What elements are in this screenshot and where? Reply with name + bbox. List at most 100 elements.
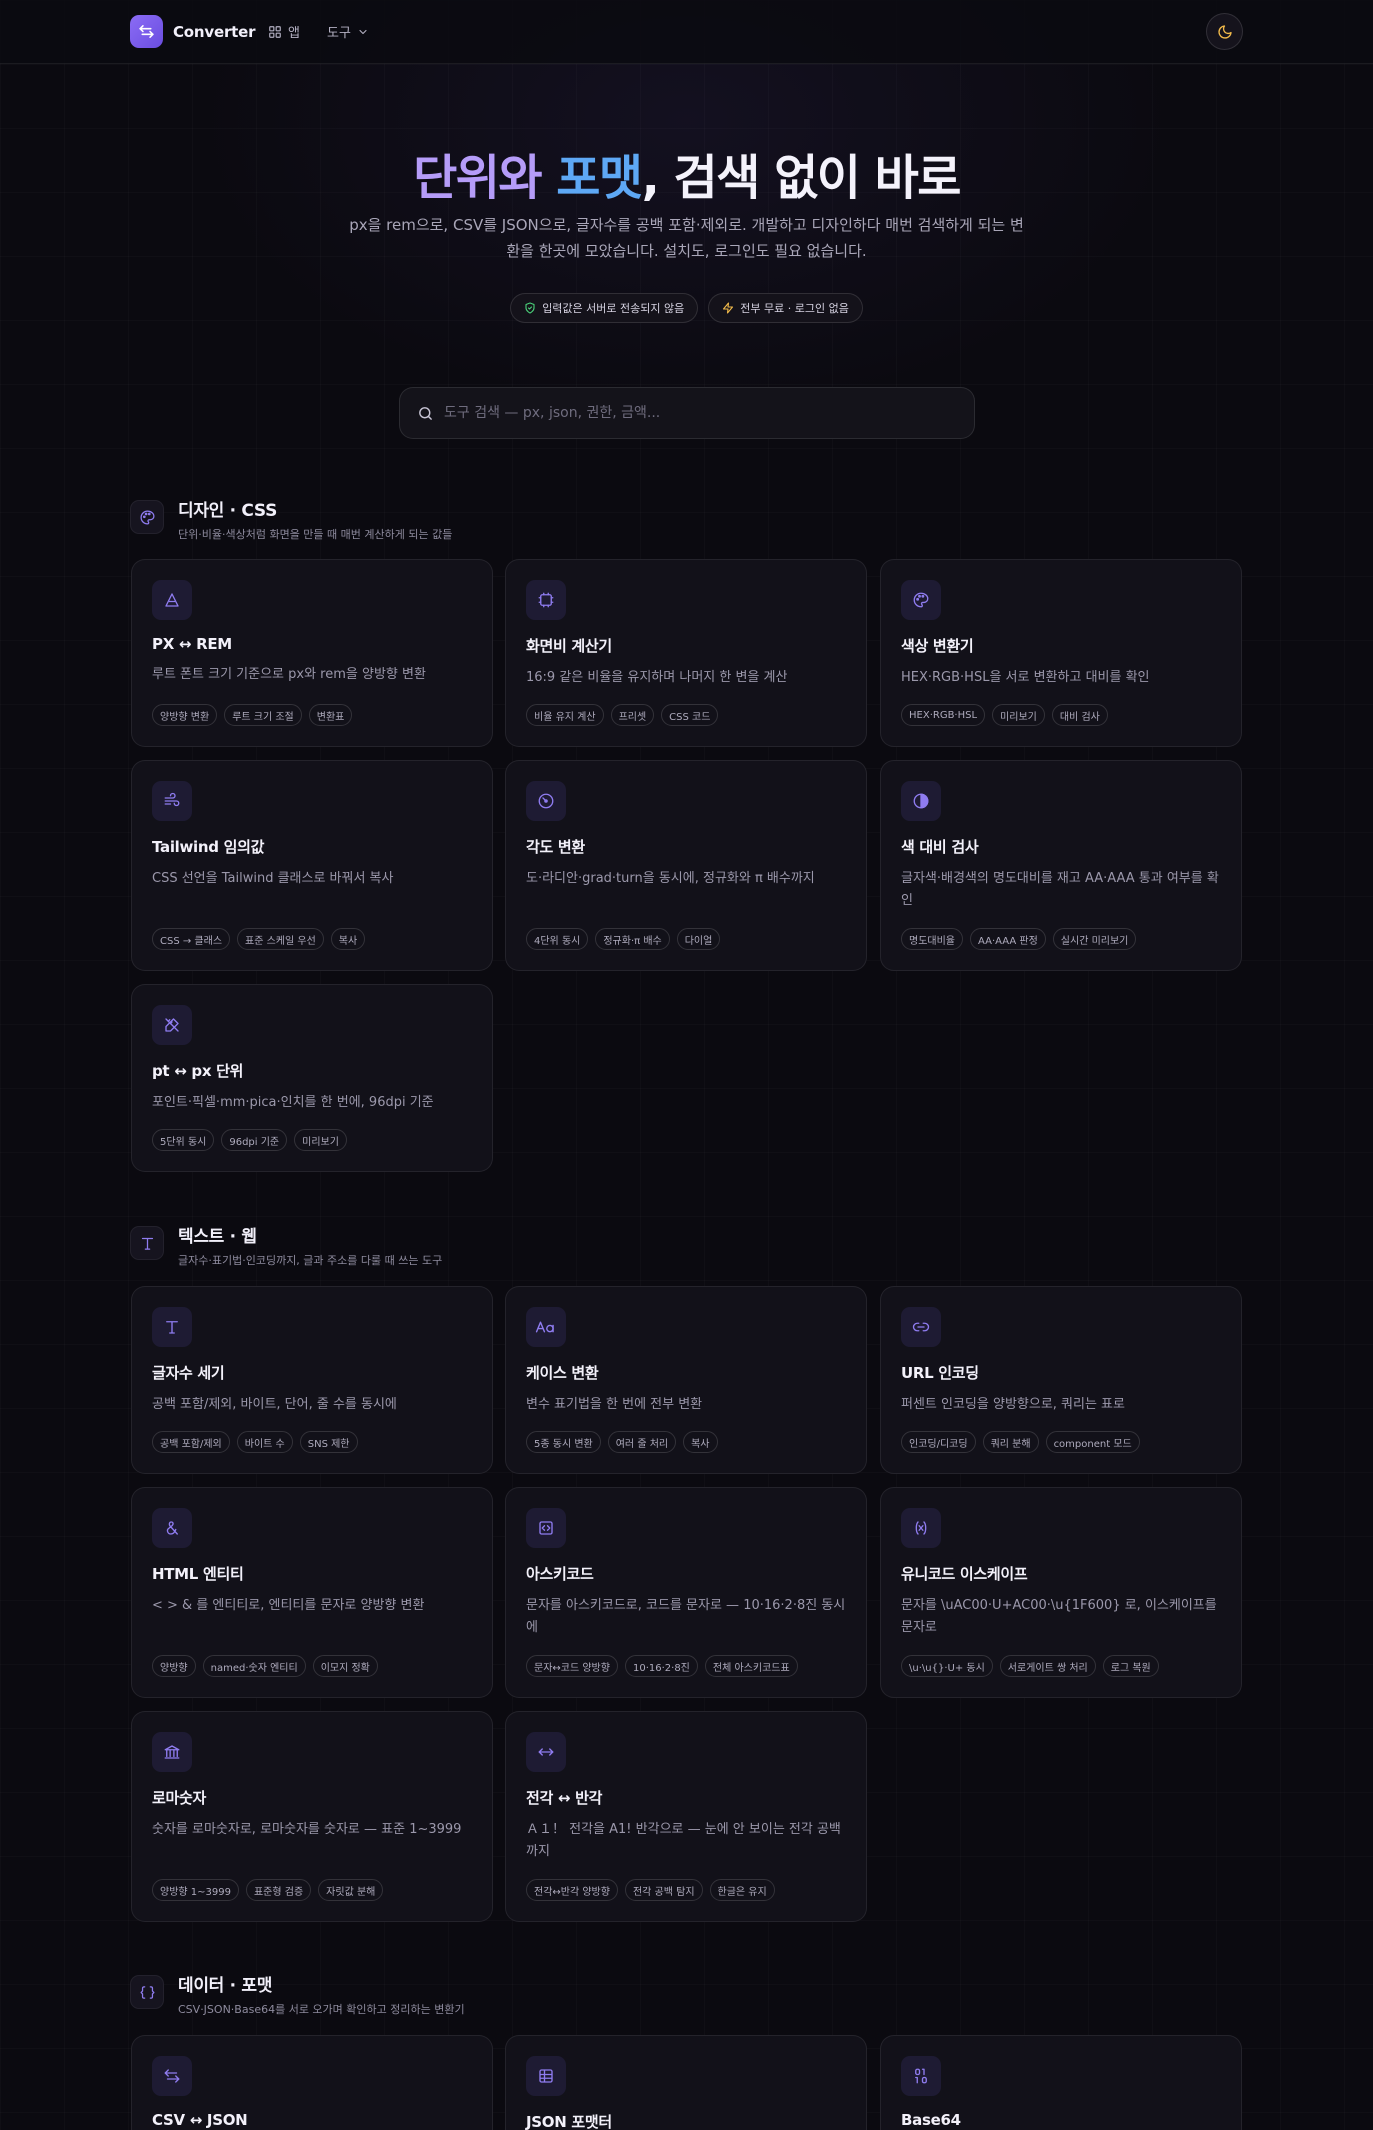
tool-card-unicode-escape[interactable]: 유니코드 이스케이프 문자를 \uAC00·U+AC00·\u{1F600} 로… (880, 1487, 1242, 1698)
tag: 5단위 동시 (152, 1129, 215, 1151)
card-tags: 문자↔코드 양방향 10·16·2·8진 전체 아스키코드표 (526, 1655, 798, 1677)
card-tags: 전각↔반각 양방향 전각 공백 탐지 한글은 유지 (526, 1879, 775, 1901)
tag: component 모드 (1045, 1431, 1140, 1453)
card-title: CSV ↔ JSON (152, 2111, 248, 2129)
tag: 양방향 1~3999 (152, 1879, 239, 1901)
variable-icon (901, 1508, 941, 1548)
tool-search-box[interactable] (399, 387, 975, 439)
contrast-icon (901, 781, 941, 821)
tag: 변환표 (308, 704, 353, 726)
tool-search-input[interactable] (444, 405, 957, 421)
tag: 자릿값 분해 (318, 1879, 384, 1901)
ampersand-icon (152, 1508, 192, 1548)
card-desc: 16:9 같은 비율을 유지하며 나머지 한 변을 계산 (526, 670, 788, 685)
frame-icon (526, 580, 566, 620)
card-title: 화면비 계산기 (526, 637, 612, 655)
card-title: 유니코드 이스케이프 (901, 1565, 1028, 1583)
card-desc: 공백 포함/제외, 바이트, 단어, 줄 수를 동시에 (152, 1397, 397, 1412)
table-icon (526, 2056, 566, 2096)
tool-card-case-convert[interactable]: 케이스 변환 변수 표기법을 한 번에 전부 변환 5종 동시 변환 여러 줄 … (505, 1286, 867, 1474)
tag: 4단위 동시 (526, 928, 589, 950)
landmark-icon (152, 1732, 192, 1772)
tool-card-char-count[interactable]: 글자수 세기 공백 포함/제외, 바이트, 단어, 줄 수를 동시에 공백 포함… (131, 1286, 493, 1474)
tag: 여러 줄 처리 (607, 1431, 677, 1453)
tool-card-contrast[interactable]: 색 대비 검사 글자색·배경색의 명도대비를 재고 AA·AAA 통과 여부를 … (880, 760, 1242, 971)
section-desc: CSV·JSON·Base64를 서로 오가며 확인하고 정리하는 변환기 (178, 2003, 465, 2016)
tool-card-angle[interactable]: 각도 변환 도·라디안·grad·turn을 동시에, 정규화와 π 배수까지 … (505, 760, 867, 971)
tag: 서로게이트 쌍 처리 (999, 1655, 1096, 1677)
tool-card-base64[interactable]: Base64 (880, 2035, 1242, 2130)
free-badge: 전부 무료 · 로그인 없음 (708, 293, 863, 323)
card-title: JSON 포맷터 (526, 2113, 612, 2130)
dial-icon (526, 781, 566, 821)
card-desc: < > & 를 엔티티로, 엔티티를 문자로 양방향 변환 (152, 1598, 425, 1613)
hero-title-part1: 단위와 (413, 150, 542, 206)
card-tags: HEX·RGB·HSL 미리보기 대비 검사 (901, 704, 1108, 726)
tag: CSS 코드 (661, 704, 719, 726)
nav-apps[interactable]: 앱 (268, 22, 300, 41)
card-tags: 인코딩/디코딩 쿼리 분해 component 모드 (901, 1431, 1140, 1453)
shield-check-icon (524, 302, 536, 314)
swap-icon (152, 2056, 192, 2096)
card-desc: HEX·RGB·HSL을 서로 변환하고 대비를 확인 (901, 670, 1150, 685)
card-desc: 숫자를 로마숫자로, 로마숫자를 숫자로 — 표준 1~3999 (152, 1822, 462, 1837)
nav-tools-label: 도구 (327, 26, 351, 41)
card-desc: 포인트·픽셀·mm·pica·인치를 한 번에, 96dpi 기준 (152, 1095, 434, 1110)
hero-title-part3: , 검색 없이 바로 (641, 150, 962, 206)
tool-card-csv-json[interactable]: CSV ↔ JSON (131, 2035, 493, 2130)
tool-card-url-encode[interactable]: URL 인코딩 퍼센트 인코딩을 양방향으로, 쿼리는 표로 인코딩/디코딩 쿼… (880, 1286, 1242, 1474)
tool-card-html-entity[interactable]: HTML 엔티티 < > & 를 엔티티로, 엔티티를 문자로 양방향 변환 양… (131, 1487, 493, 1698)
privacy-badge: 입력값은 서버로 전송되지 않음 (510, 293, 699, 323)
palette-icon (901, 580, 941, 620)
tag: 표준형 검증 (245, 1879, 312, 1901)
card-title: HTML 엔티티 (152, 1565, 244, 1583)
card-title: 아스키코드 (526, 1565, 594, 1583)
section-header-data: 데이터 · 포맷 CSV·JSON·Base64를 서로 오가며 확인하고 정리… (130, 1971, 465, 2017)
tag: 양방향 변환 (152, 704, 218, 726)
privacy-badge-label: 입력값은 서버로 전송되지 않음 (542, 302, 685, 315)
tag: 전각 공백 탐지 (624, 1879, 703, 1901)
tag: 복사 (683, 1431, 718, 1453)
tool-card-px-rem[interactable]: PX ↔ REM 루트 폰트 크기 기준으로 px와 rem을 양방향 변환 양… (131, 559, 493, 747)
tag: 한글은 유지 (709, 1879, 775, 1901)
card-desc: 변수 표기법을 한 번에 전부 변환 (526, 1397, 703, 1412)
tool-card-pt-px[interactable]: pt ↔ px 단위 포인트·픽셀·mm·pica·인치를 한 번에, 96dp… (131, 984, 493, 1172)
nav-tools-dropdown[interactable]: 도구 (327, 22, 369, 41)
card-title: Tailwind 임의값 (152, 838, 265, 856)
tool-card-fullwidth[interactable]: 전각 ↔ 반각 Ａ１！ 전각을 A1! 반각으로 — 눈에 안 보이는 전각 공… (505, 1711, 867, 1922)
tool-card-tailwind[interactable]: Tailwind 임의값 CSS 선언을 Tailwind 클래스로 바꿔서 복… (131, 760, 493, 971)
section-header-text: 텍스트 · 웹 글자수·표기법·인코딩까지, 글과 주소를 다룰 때 쓰는 도구 (130, 1222, 442, 1268)
card-tags: 4단위 동시 정규화·π 배수 다이얼 (526, 928, 721, 950)
tag: 정규화·π 배수 (595, 928, 670, 950)
tool-card-roman-numeral[interactable]: 로마숫자 숫자를 로마숫자로, 로마숫자를 숫자로 — 표준 1~3999 양방… (131, 1711, 493, 1922)
tag: 미리보기 (294, 1129, 347, 1151)
theme-toggle-button[interactable] (1206, 13, 1243, 50)
card-tags: 양방향 1~3999 표준형 검증 자릿값 분해 (152, 1879, 384, 1901)
section-header-design: 디자인 · CSS 단위·비율·색상처럼 화면을 만들 때 매번 계산하게 되는… (130, 496, 452, 542)
tool-card-ascii[interactable]: 아스키코드 문자를 아스키코드로, 코드를 문자로 — 10·16·2·8진 동… (505, 1487, 867, 1698)
arrows-horizontal-icon (526, 1732, 566, 1772)
tag: 양방향 (152, 1655, 196, 1677)
tag: 비율 유지 계산 (526, 704, 604, 726)
tag: 전각↔반각 양방향 (526, 1879, 618, 1901)
tag: 96dpi 기준 (221, 1129, 288, 1151)
tag: 바이트 수 (236, 1431, 293, 1453)
brand-link[interactable]: Converter (130, 15, 255, 48)
tool-card-aspect-ratio[interactable]: 화면비 계산기 16:9 같은 비율을 유지하며 나머지 한 변을 계산 비율 … (505, 559, 867, 747)
tag: 루트 크기 조절 (224, 704, 302, 726)
card-title: PX ↔ REM (152, 635, 232, 653)
tag: AA·AAA 판정 (970, 928, 1046, 950)
card-tags: 양방향 named·숫자 엔티티 이모지 정확 (152, 1655, 378, 1677)
card-title: pt ↔ px 단위 (152, 1062, 244, 1080)
card-desc: Ａ１！ 전각을 A1! 반각으로 — 눈에 안 보이는 전각 공백까지 (526, 1822, 841, 1859)
section-title: 텍스트 · 웹 (178, 1227, 257, 1247)
tool-card-color-converter[interactable]: 색상 변환기 HEX·RGB·HSL을 서로 변환하고 대비를 확인 HEX·R… (880, 559, 1242, 747)
search-icon (417, 405, 434, 422)
tool-card-json-formatter[interactable]: JSON 포맷터 (505, 2035, 867, 2130)
palette-icon (130, 500, 164, 534)
tag: 실시간 미리보기 (1052, 928, 1137, 950)
card-desc: 도·라디안·grad·turn을 동시에, 정규화와 π 배수까지 (526, 871, 815, 886)
card-title: Base64 (901, 2111, 961, 2129)
card-desc: 문자를 \uAC00·U+AC00·\u{1F600} 로, 이스케이프를 문자… (901, 1598, 1217, 1635)
card-tags: 양방향 변환 루트 크기 조절 변환표 (152, 704, 353, 726)
